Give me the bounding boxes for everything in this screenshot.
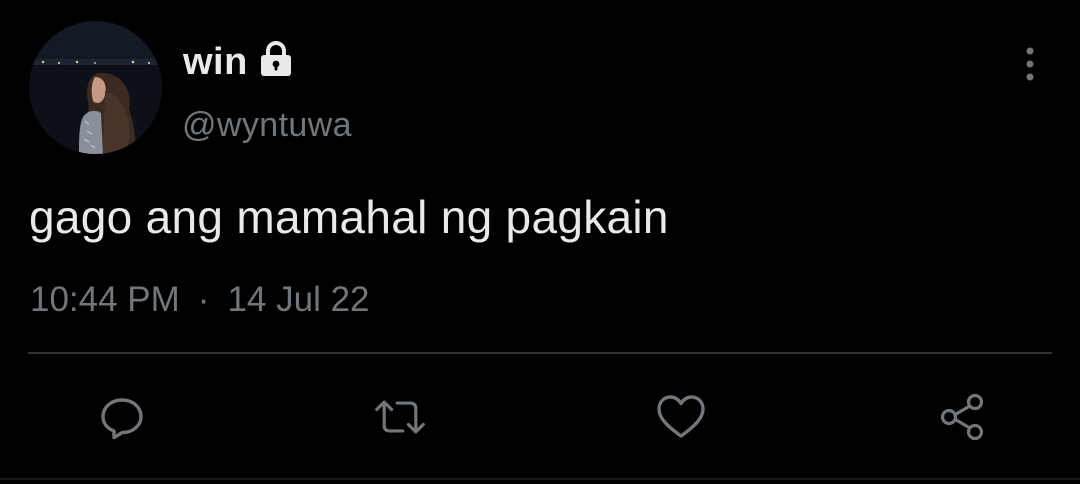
retweet-arrows-icon <box>375 400 425 434</box>
tweet-time[interactable]: 10:44 PM <box>30 280 180 320</box>
tweet-text: gago ang mamahal ng pagkain <box>29 191 669 243</box>
meta-separator: · <box>197 280 210 319</box>
like-button[interactable] <box>654 390 708 444</box>
share-nodes-icon <box>940 393 984 441</box>
display-name[interactable]: win <box>183 41 248 84</box>
speech-bubble-icon <box>101 398 143 440</box>
author-handle[interactable]: @wyntuwa <box>182 106 352 145</box>
reply-button[interactable] <box>95 390 149 444</box>
avatar[interactable] <box>29 21 162 154</box>
retweet-button[interactable] <box>373 390 427 444</box>
divider <box>28 352 1052 354</box>
more-options-button[interactable] <box>1010 44 1050 84</box>
lock-icon <box>256 39 296 79</box>
tweet-card: win @wyntuwa gago ang mamahal ng pagkain… <box>0 0 1080 484</box>
tweet-date[interactable]: 14 Jul 22 <box>227 280 369 320</box>
more-vertical-icon <box>1026 47 1034 81</box>
author-name-row: win <box>183 38 296 86</box>
avatar-photo <box>29 21 162 154</box>
share-button[interactable] <box>936 390 990 444</box>
tweet-timestamp: 10:44 PM · 14 Jul 22 <box>30 280 370 320</box>
bottom-divider <box>0 478 1080 480</box>
heart-icon <box>657 395 705 438</box>
